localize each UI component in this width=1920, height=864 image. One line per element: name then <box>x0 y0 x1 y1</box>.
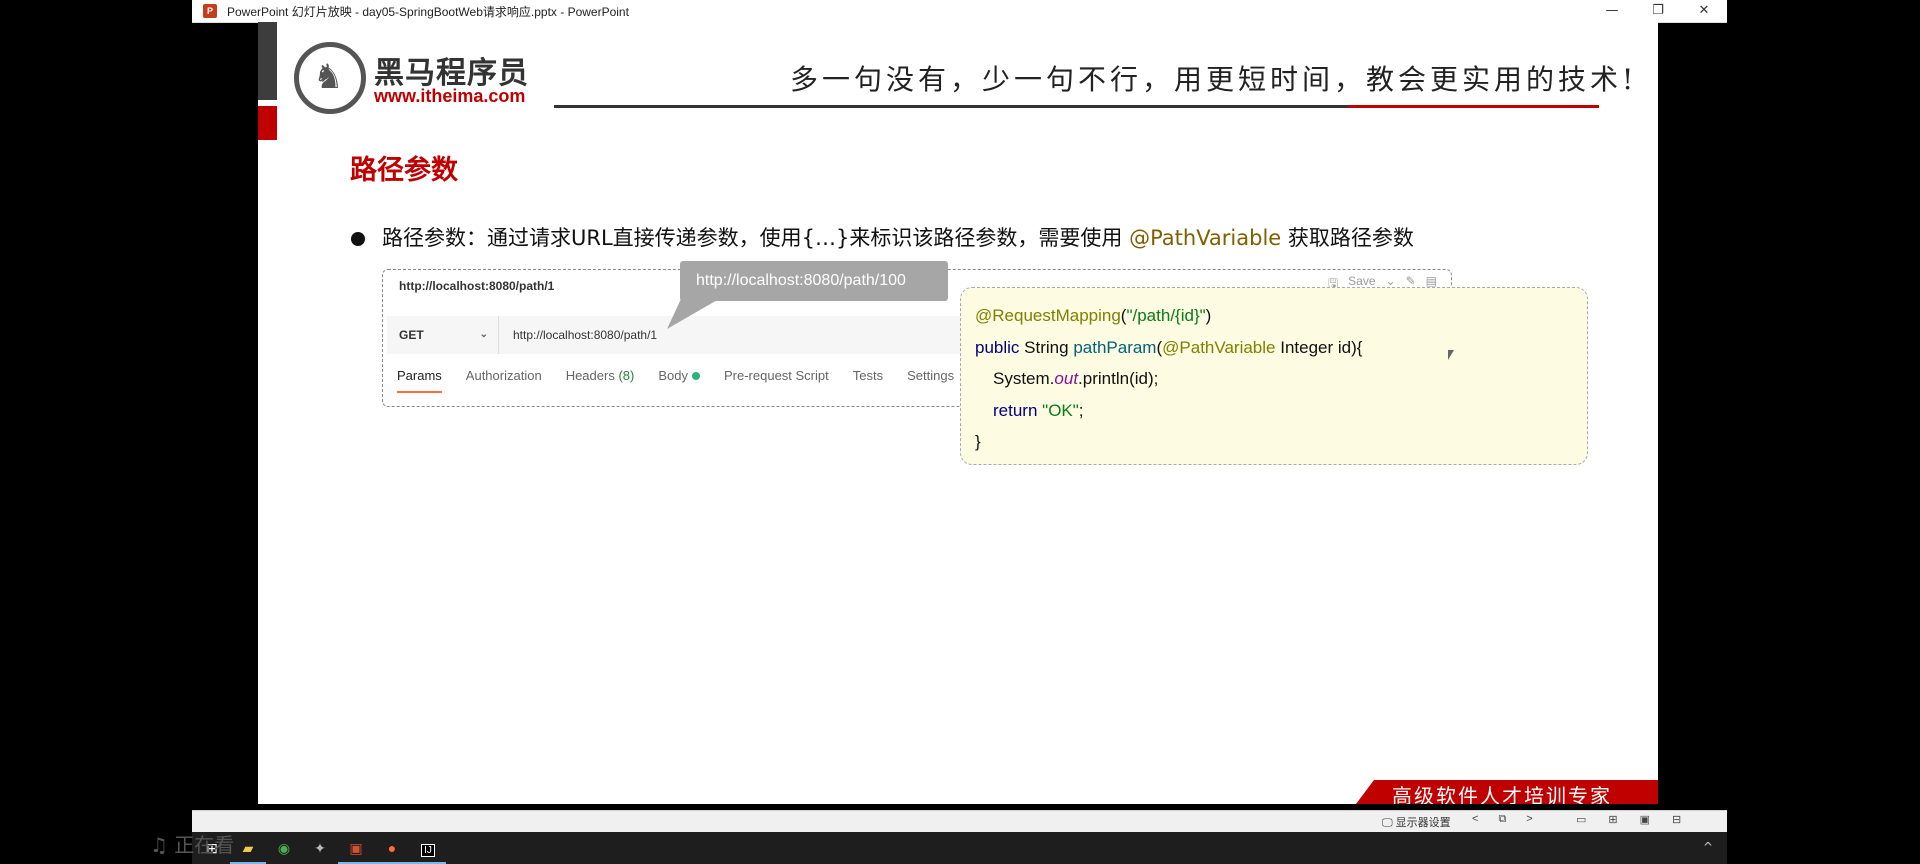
decor-bar-red <box>258 106 277 140</box>
slide-grid-button[interactable]: ⧉ <box>1498 813 1506 826</box>
watermark: ♫ 正在看 <box>150 833 235 857</box>
url-callout: http://localhost:8080/path/100 <box>680 261 948 301</box>
tray-chevron-up-icon[interactable]: ^ <box>1703 840 1713 854</box>
chevron-down-icon: ⌄ <box>479 329 488 340</box>
logo-url: www.itheima.com <box>374 86 526 106</box>
page-title: 路径参数 <box>350 155 458 186</box>
horse-logo-icon: ♞ <box>294 42 366 114</box>
prev-slide-button[interactable]: < <box>1472 813 1478 826</box>
postman-tabs: Params Authorization Headers (8) Body Pr… <box>397 368 954 393</box>
code-line-4: return "OK"; <box>993 400 1084 420</box>
request-url: http://localhost:8080/path/1 <box>513 328 658 342</box>
bullet-text: 路径参数：通过请求URL直接传递参数，使用{…}来标识该路径参数，需要使用 @P… <box>382 226 1414 250</box>
headphone-icon: ♫ <box>150 833 168 857</box>
app-icon[interactable]: ✦ <box>308 836 332 860</box>
slide[interactable]: ♞ 黑马程序员 www.itheima.com 多一句没有，少一句不行，用更短时… <box>258 22 1658 804</box>
reading-view-button[interactable]: ▣ <box>1640 813 1650 826</box>
code-line-3: System.out.println(id); <box>993 369 1159 388</box>
powerpoint-icon[interactable]: ▣ <box>338 836 374 864</box>
chrome-icon[interactable]: ◉ <box>272 836 296 860</box>
tab-tests: Tests <box>852 368 884 383</box>
file-explorer-icon[interactable]: ▰ <box>230 836 266 864</box>
code-line-2: public String pathParam(@PathVariable In… <box>975 337 1363 357</box>
method-select: GET ⌄ <box>387 316 499 354</box>
normal-view-button[interactable]: ▭ <box>1576 813 1586 826</box>
title-bar: P PowerPoint 幻灯片放映 - day05-SpringBootWeb… <box>192 0 1727 23</box>
tab-headers: Headers (8) <box>565 368 635 383</box>
intellij-icon[interactable]: IJ <box>410 836 446 864</box>
status-dot-icon <box>691 372 700 380</box>
slogan: 多一句没有，少一句不行，用更短时间，教会更实用的技术! <box>790 63 1638 96</box>
tab-body: Body <box>658 368 700 393</box>
code-snippet: @RequestMapping("/path/{id}") public Str… <box>960 287 1588 465</box>
postman-icon[interactable]: ● <box>374 836 410 864</box>
tab-settings: Settings <box>907 368 955 383</box>
code-line-5: } <box>975 432 981 451</box>
window-title: PowerPoint 幻灯片放映 - day05-SpringBootWeb请求… <box>227 4 629 19</box>
footer-banner-text: 高级软件人才培训专家 <box>1392 784 1612 804</box>
bullet-icon <box>351 232 365 246</box>
minimize-button[interactable]: — <box>1589 0 1635 22</box>
path-variable-highlight: @PathVariable <box>1129 226 1282 250</box>
code-line-1: @RequestMapping("/path/{id}") <box>975 306 1212 325</box>
header-rule-accent <box>1348 105 1599 108</box>
close-button[interactable]: ✕ <box>1681 0 1727 22</box>
sorter-view-button[interactable]: ⊞ <box>1608 813 1617 826</box>
powerpoint-icon: P <box>203 4 217 18</box>
postman-tab-url: http://localhost:8080/path/1 <box>399 279 555 293</box>
tab-params: Params <box>397 368 442 393</box>
tab-pre-request-script: Pre-request Script <box>723 368 829 383</box>
mouse-cursor-icon <box>1448 350 1454 360</box>
tab-authorization: Authorization <box>465 368 542 383</box>
powerpoint-window: P PowerPoint 幻灯片放映 - day05-SpringBootWeb… <box>192 0 1727 864</box>
restore-button[interactable]: ❐ <box>1635 0 1681 22</box>
next-slide-button[interactable]: > <box>1526 813 1532 826</box>
decor-bar-gray <box>258 22 277 100</box>
taskbar: ⊞ ▰ ◉ ✦ ▣ ● IJ ^ <box>192 832 1727 864</box>
status-bar: 🖵 显示器设置 < ⧉ > ▭ ⊞ ▣ ⊟ <box>192 810 1727 833</box>
display-settings-button[interactable]: 🖵 显示器设置 <box>1382 814 1451 830</box>
slideshow-view-button[interactable]: ⊟ <box>1672 813 1681 826</box>
